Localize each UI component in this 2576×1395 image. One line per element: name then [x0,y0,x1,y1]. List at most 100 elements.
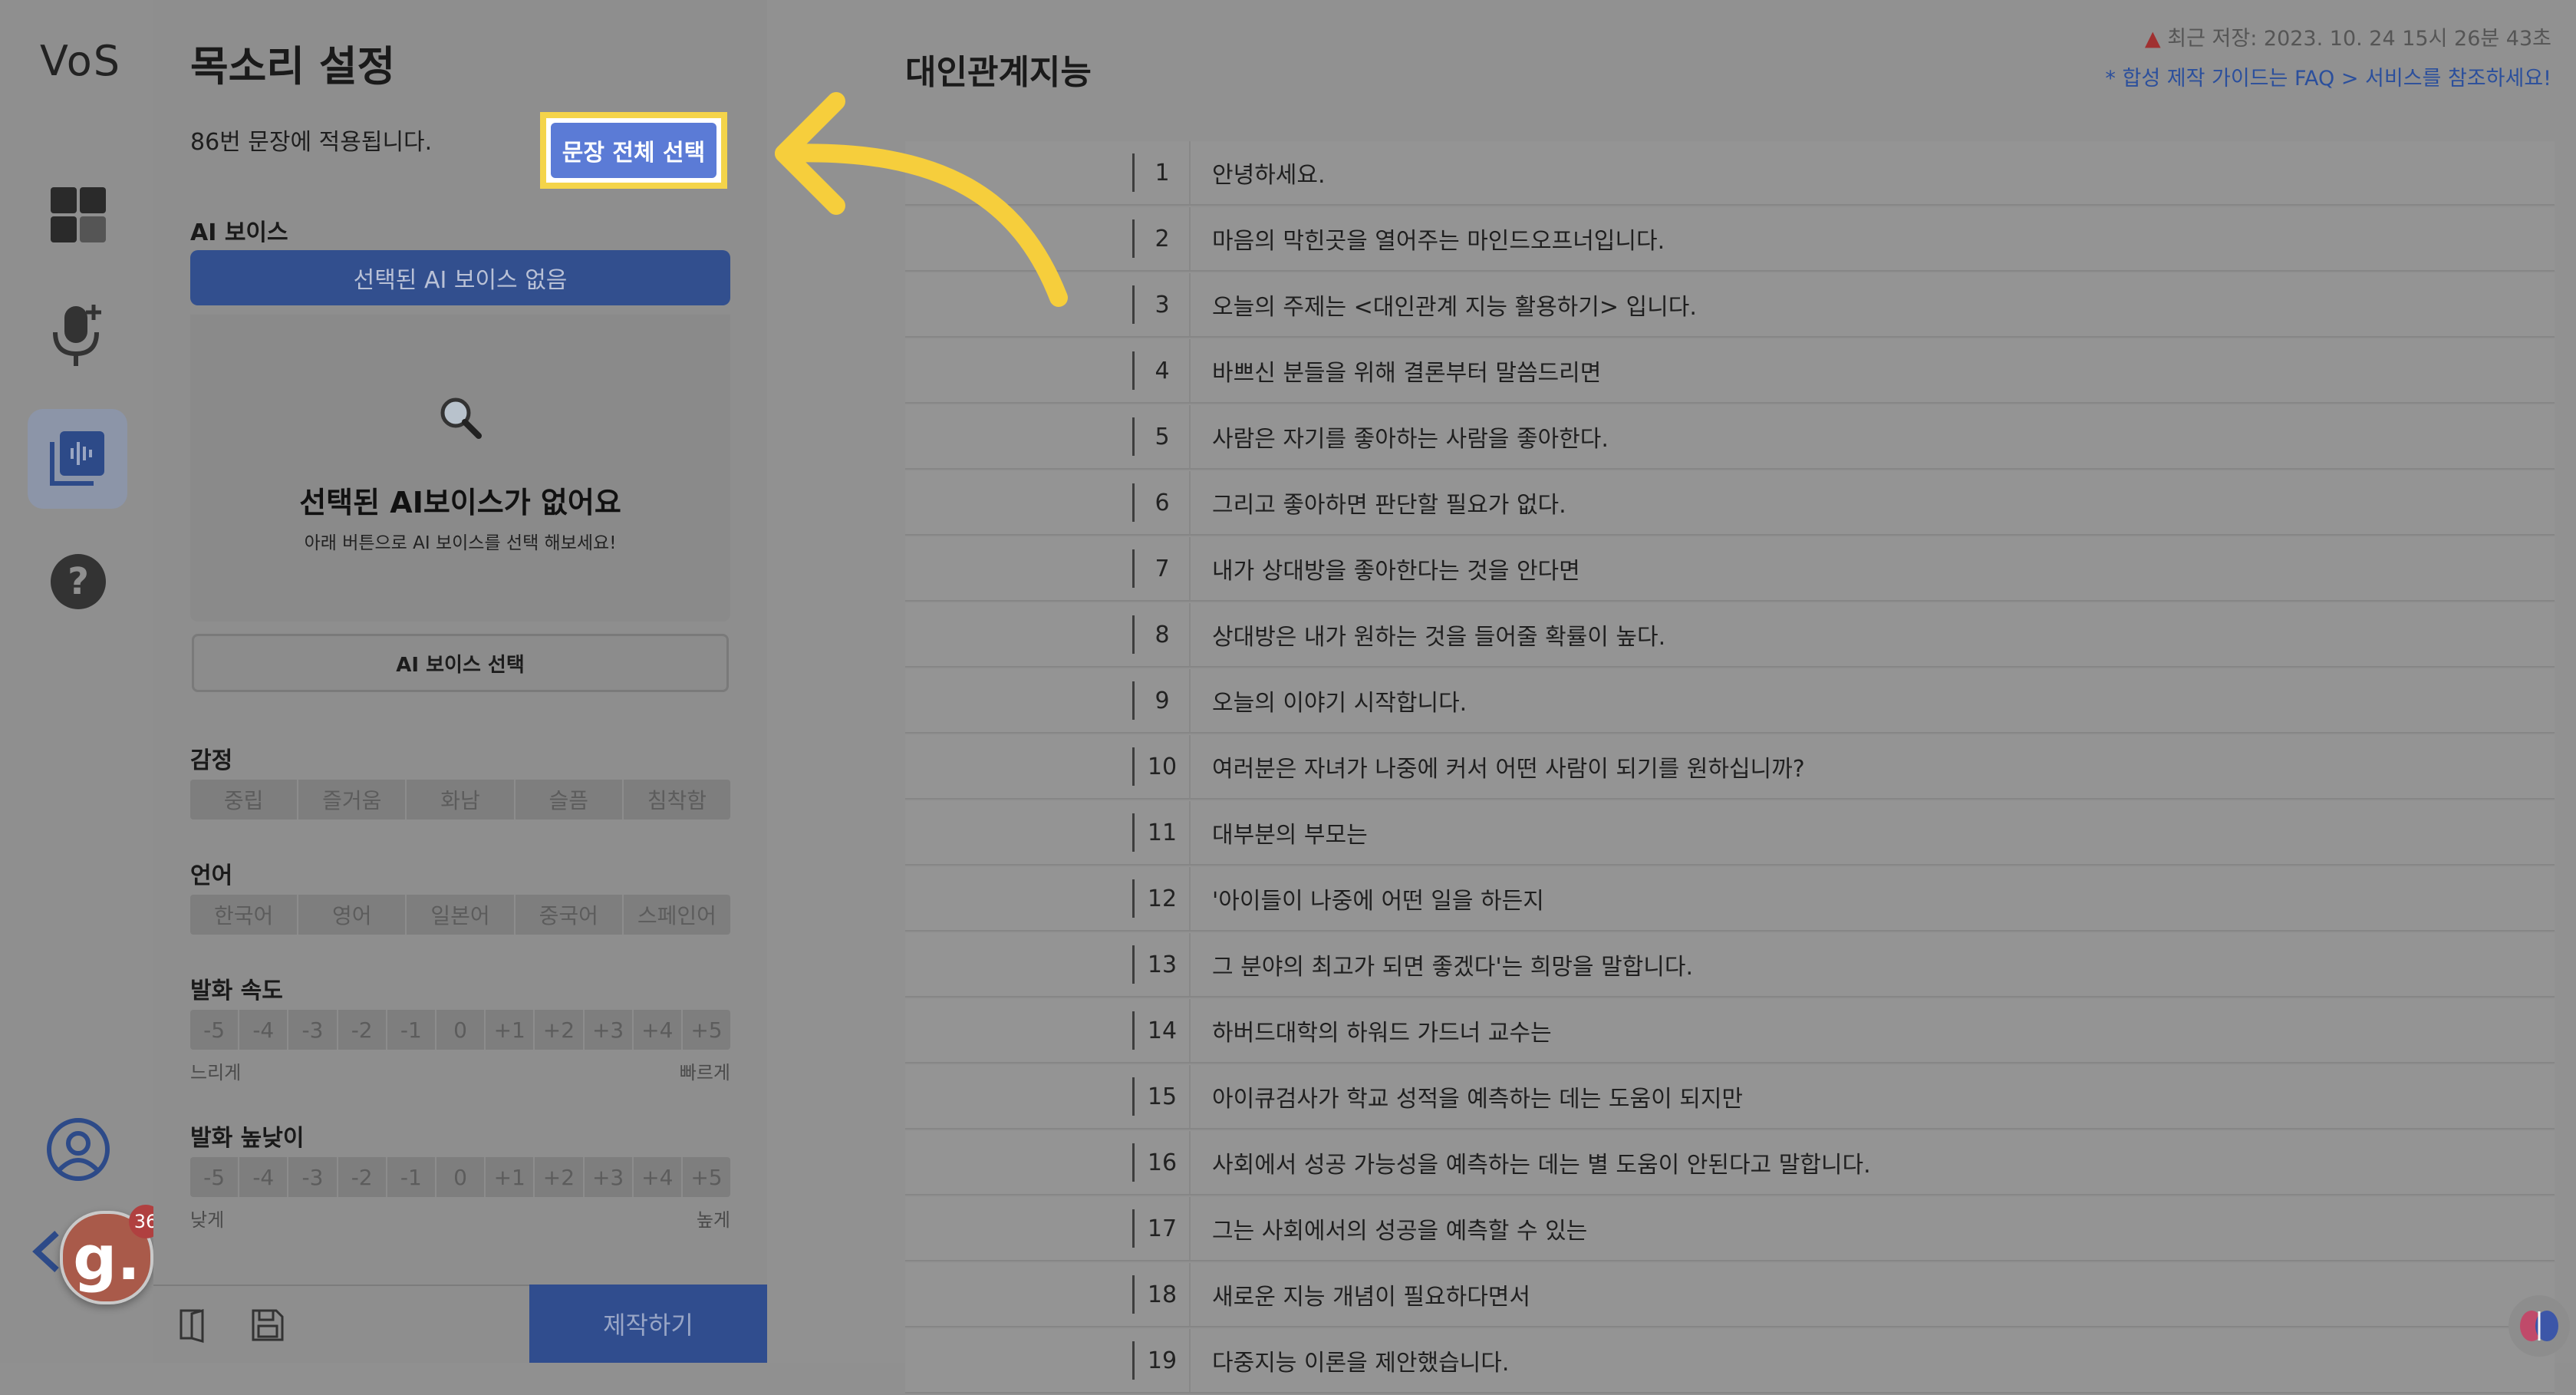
save-icon[interactable] [250,1308,285,1343]
drag-handle[interactable] [1132,1275,1135,1314]
sentence-text[interactable]: 마음의 막힌곳을 열어주는 마인드오프너입니다. [1212,207,1665,270]
drag-handle[interactable] [1132,417,1135,456]
export-icon[interactable] [176,1308,212,1343]
sentence-text[interactable]: 바쁘신 분들을 위해 결론부터 말씀드리면 [1212,339,1601,402]
sentence-text[interactable]: 안녕하세요. [1212,141,1326,204]
language-option[interactable]: 영어 [298,895,407,935]
pitch-option[interactable]: +5 [683,1157,730,1197]
sentence-text[interactable]: 하버드대학의 하워드 가드너 교수는 [1212,999,1552,1062]
add-voice-mic-icon[interactable] [41,299,115,373]
sentence-text[interactable]: 내가 상대방을 좋아한다는 것을 안다면 [1212,537,1580,600]
sentence-text[interactable]: 사회에서 성공 가능성을 예측하는 데는 별 도움이 안된다고 말합니다. [1212,1131,1871,1194]
sentence-row[interactable]: 16 사회에서 성공 가능성을 예측하는 데는 별 도움이 안된다고 말합니다. [905,1131,2555,1195]
drag-handle[interactable] [1132,1077,1135,1116]
speed-option[interactable]: +5 [683,1010,730,1050]
language-option[interactable]: 일본어 [407,895,516,935]
speed-option[interactable]: +3 [585,1010,634,1050]
sentence-row[interactable]: 4 바쁘신 분들을 위해 결론부터 말씀드리면 [905,339,2555,404]
sentence-row[interactable]: 5 사람은 자기를 좋아하는 사람을 좋아한다. [905,405,2555,470]
drag-handle[interactable] [1132,285,1135,324]
sentence-text[interactable]: '아이들이 나중에 어떤 일을 하든지 [1212,867,1544,930]
emotion-option[interactable]: 슬픔 [516,780,624,820]
sentence-text[interactable]: 다중지능 이론을 제안했습니다. [1212,1329,1509,1392]
pitch-option[interactable]: -1 [387,1157,436,1197]
sentence-row[interactable]: 11 대부분의 부모는 [905,801,2555,866]
faq-guide-link[interactable]: * 합성 제작 가이드는 FAQ > 서비스를 참조하세요! [2105,61,2551,91]
speed-option[interactable]: +4 [634,1010,683,1050]
sentence-text[interactable]: 사람은 자기를 좋아하는 사람을 좋아한다. [1212,405,1609,468]
emotion-option[interactable]: 화남 [407,780,516,820]
speed-option[interactable]: 0 [436,1010,486,1050]
sentence-row[interactable]: 18 새로운 지능 개념이 필요하다면서 [905,1263,2555,1327]
sentence-text[interactable]: 상대방은 내가 원하는 것을 들어줄 확률이 높다. [1212,603,1665,666]
drag-handle[interactable] [1132,615,1135,654]
drag-handle[interactable] [1132,153,1135,192]
brain-icon[interactable] [2508,1295,2570,1357]
speed-option[interactable]: -3 [288,1010,338,1050]
sentence-row[interactable]: 15 아이큐검사가 학교 성적을 예측하는 데는 도움이 되지만 [905,1065,2555,1130]
sentence-row[interactable]: 2 마음의 막힌곳을 열어주는 마인드오프너입니다. [905,207,2555,272]
pitch-option[interactable]: -4 [239,1157,289,1197]
sentence-row[interactable]: 8 상대방은 내가 원하는 것을 들어줄 확률이 높다. [905,603,2555,668]
speed-option[interactable]: -5 [190,1010,240,1050]
sentence-text[interactable]: 그리고 좋아하면 판단할 필요가 없다. [1212,471,1566,534]
sentence-text[interactable]: 그는 사회에서의 성공을 예측할 수 있는 [1212,1197,1587,1260]
sentence-row[interactable]: 10 여러분은 자녀가 나중에 커서 어떤 사람이 되기를 원하십니까? [905,735,2555,800]
drag-handle[interactable] [1132,747,1135,786]
language-option[interactable]: 스페인어 [624,895,730,935]
language-option[interactable]: 중국어 [516,895,624,935]
drag-handle[interactable] [1132,1341,1135,1380]
assistant-badge[interactable]: g. 36 [60,1205,163,1304]
sentence-row[interactable]: 12 '아이들이 나중에 어떤 일을 하든지 [905,867,2555,932]
sentence-row[interactable]: 19 다중지능 이론을 제안했습니다. [905,1329,2555,1393]
drag-handle[interactable] [1132,813,1135,852]
sentence-text[interactable]: 오늘의 이야기 시작합니다. [1212,669,1467,732]
drag-handle[interactable] [1132,879,1135,918]
voice-library-icon[interactable] [41,422,115,496]
language-option[interactable]: 한국어 [190,895,299,935]
sentence-row[interactable]: 1 안녕하세요. [905,141,2555,206]
drag-handle[interactable] [1132,1209,1135,1248]
pitch-option[interactable]: -5 [190,1157,240,1197]
dashboard-icon[interactable] [41,178,115,252]
sentence-row[interactable]: 9 오늘의 이야기 시작합니다. [905,669,2555,734]
drag-handle[interactable] [1132,945,1135,984]
emotion-option[interactable]: 즐거움 [298,780,407,820]
speed-option[interactable]: -4 [239,1010,289,1050]
drag-handle[interactable] [1132,1011,1135,1050]
sentence-text[interactable]: 오늘의 주제는 <대인관계 지능 활용하기> 입니다. [1212,273,1697,336]
sentence-row[interactable]: 7 내가 상대방을 좋아한다는 것을 안다면 [905,537,2555,602]
drag-handle[interactable] [1132,483,1135,522]
speed-option[interactable]: +1 [486,1010,535,1050]
account-icon[interactable] [41,1113,115,1186]
drag-handle[interactable] [1132,351,1135,390]
sentence-row[interactable]: 3 오늘의 주제는 <대인관계 지능 활용하기> 입니다. [905,273,2555,338]
sentence-row[interactable]: 6 그리고 좋아하면 판단할 필요가 없다. [905,471,2555,536]
sentence-row[interactable]: 17 그는 사회에서의 성공을 예측할 수 있는 [905,1197,2555,1261]
emotion-option[interactable]: 침착함 [624,780,730,820]
select-all-sentences-button[interactable]: 문장 전체 선택 [540,112,727,189]
pitch-option[interactable]: +3 [585,1157,634,1197]
ai-voice-select-button[interactable]: AI 보이스 선택 [192,634,729,692]
help-icon[interactable]: ? [41,545,115,618]
pitch-option[interactable]: -2 [338,1157,387,1197]
drag-handle[interactable] [1132,219,1135,258]
sentence-text[interactable]: 여러분은 자녀가 나중에 커서 어떤 사람이 되기를 원하십니까? [1212,735,1805,798]
speed-option[interactable]: +2 [535,1010,585,1050]
pitch-option[interactable]: +1 [486,1157,535,1197]
sentence-text[interactable]: 그 분야의 최고가 되면 좋겠다'는 희망을 말합니다. [1212,933,1693,996]
sentence-text[interactable]: 대부분의 부모는 [1212,801,1368,864]
create-button[interactable]: 제작하기 [529,1285,767,1363]
pitch-option[interactable]: +4 [634,1157,683,1197]
drag-handle[interactable] [1132,681,1135,720]
pitch-option[interactable]: 0 [436,1157,486,1197]
pitch-option[interactable]: +2 [535,1157,585,1197]
sentence-row[interactable]: 13 그 분야의 최고가 되면 좋겠다'는 희망을 말합니다. [905,933,2555,998]
sentence-text[interactable]: 아이큐검사가 학교 성적을 예측하는 데는 도움이 되지만 [1212,1065,1743,1128]
drag-handle[interactable] [1132,549,1135,588]
drag-handle[interactable] [1132,1143,1135,1182]
sentence-row[interactable]: 14 하버드대학의 하워드 가드너 교수는 [905,999,2555,1064]
speed-option[interactable]: -2 [338,1010,387,1050]
speed-option[interactable]: -1 [387,1010,436,1050]
sentence-text[interactable]: 새로운 지능 개념이 필요하다면서 [1212,1263,1530,1326]
